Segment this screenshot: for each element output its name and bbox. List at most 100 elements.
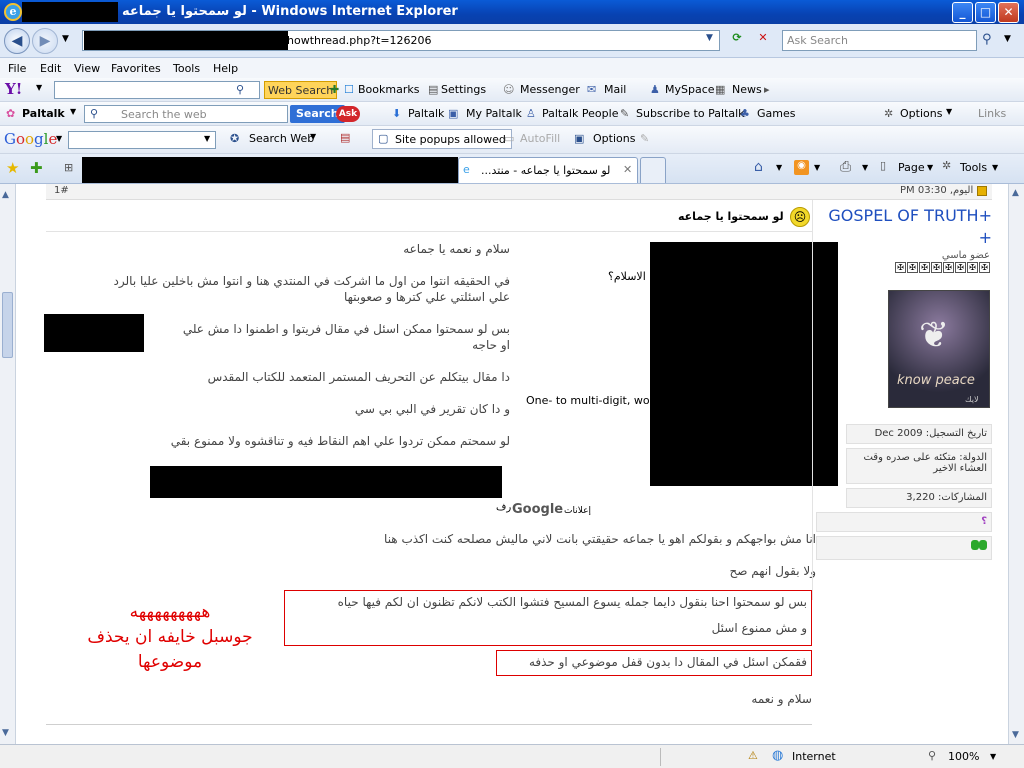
page-icon: ▯ xyxy=(880,159,887,172)
search-icon[interactable]: ⚲ xyxy=(982,32,1000,47)
online-status-icon[interactable] xyxy=(979,540,987,550)
quick-tabs-icon[interactable]: ⊞ xyxy=(64,161,73,174)
menu-view[interactable]: View xyxy=(74,62,100,75)
menu-edit[interactable]: Edit xyxy=(40,62,61,75)
online-status-icon[interactable] xyxy=(971,540,979,550)
news-button-icon[interactable]: ▤ xyxy=(340,131,350,144)
scroll-up-icon[interactable]: ▲ xyxy=(1012,188,1019,198)
history-dropdown-icon[interactable]: ▼ xyxy=(62,34,69,44)
author-name[interactable]: GOSPEL OF TRUTH+ xyxy=(816,206,992,225)
scroll-up-icon[interactable]: ▲ xyxy=(2,190,9,200)
tab-close-icon[interactable]: ✕ xyxy=(623,163,632,176)
links-label[interactable]: Links xyxy=(978,107,1006,120)
google-search-input[interactable] xyxy=(68,131,216,149)
forward-icon[interactable]: ▶ xyxy=(32,28,58,54)
paltalk-search-placeholder: Search the web xyxy=(121,108,207,121)
yahoo-web-search-button[interactable]: Web Search xyxy=(264,81,338,99)
google-options-button[interactable]: Options xyxy=(593,132,635,145)
yahoo-myspace[interactable]: MySpace xyxy=(665,83,715,96)
home-dropdown-icon[interactable]: ▼ xyxy=(776,163,782,172)
maximize-button[interactable]: □ xyxy=(975,2,996,23)
add-favorites-icon[interactable]: ✚ xyxy=(30,159,43,177)
search-input[interactable]: Ask Search xyxy=(782,30,977,51)
yahoo-mail[interactable]: Mail xyxy=(604,83,626,96)
people-icon: ♙ xyxy=(526,107,536,120)
tools-dropdown-icon[interactable]: ▼ xyxy=(992,163,998,172)
rank-cross-icon: ✠ xyxy=(943,262,954,273)
ad-footer[interactable]: إعلانات xyxy=(564,506,591,516)
ie-logo-icon: e xyxy=(4,3,22,21)
ad-snippet[interactable]: One- to multi-digit, wo xyxy=(526,394,650,407)
ad-google-logo[interactable]: Google xyxy=(512,502,563,517)
search-web-dropdown-icon[interactable]: ▼ xyxy=(310,132,316,141)
avatar-small-text: لايك xyxy=(965,395,979,404)
yahoo-logo[interactable]: Y! xyxy=(5,80,22,98)
rank-cross-icon: ✠ xyxy=(931,262,942,273)
page-menu[interactable]: Page xyxy=(898,161,925,174)
post-line: سلام و نعمه يا جماعه xyxy=(403,242,510,256)
paltalk-options[interactable]: Options xyxy=(900,107,942,120)
yahoo-news[interactable]: News xyxy=(732,83,762,96)
close-button[interactable]: ✕ xyxy=(998,2,1019,23)
paltalk-logo[interactable]: Paltalk xyxy=(22,107,65,120)
redacted-tab xyxy=(82,157,458,183)
zoom-level[interactable]: 100% xyxy=(948,750,979,763)
pencil-icon[interactable]: ✎ xyxy=(640,132,649,145)
google-logo[interactable]: Google xyxy=(4,130,57,148)
autofill-button[interactable]: AutoFill xyxy=(520,132,560,145)
favorites-star-icon[interactable]: ★ xyxy=(6,159,19,177)
scroll-thumb[interactable] xyxy=(2,292,13,358)
minimize-button[interactable]: _ xyxy=(952,2,973,23)
yahoo-bookmarks[interactable]: Bookmarks xyxy=(358,83,419,96)
print-icon[interactable]: ⎙ xyxy=(840,159,851,175)
refresh-icon[interactable]: ⟳ xyxy=(728,31,746,49)
tools-menu[interactable]: Tools xyxy=(960,161,987,174)
ad-question[interactable]: الاسلام؟ xyxy=(608,270,646,283)
scroll-down-icon[interactable]: ▼ xyxy=(2,728,9,738)
left-scrollbar[interactable]: ▲ ▼ xyxy=(0,184,16,744)
options-dropdown-icon[interactable]: ▼ xyxy=(946,107,952,116)
paltalk-dropdown-icon[interactable]: ▼ xyxy=(70,107,76,116)
print-dropdown-icon[interactable]: ▼ xyxy=(862,163,868,172)
subscribe-link[interactable]: Subscribe to Paltalk xyxy=(636,107,745,120)
yahoo-settings[interactable]: Settings xyxy=(441,83,486,96)
post-line: انا مش بواجهكم و بقولكم اهو يا جماعه حقي… xyxy=(384,532,816,546)
my-paltalk-link[interactable]: My Paltalk xyxy=(466,107,522,120)
menu-favorites[interactable]: Favorites xyxy=(111,62,161,75)
feed-dropdown-icon[interactable]: ▼ xyxy=(814,163,820,172)
menu-help[interactable]: Help xyxy=(213,62,238,75)
search-dropdown-icon[interactable]: ▼ xyxy=(1004,34,1011,44)
yahoo-search-input[interactable] xyxy=(54,81,260,99)
games-link[interactable]: Games xyxy=(757,107,795,120)
home-icon[interactable]: ⌂ xyxy=(754,159,763,175)
search-web-button[interactable]: Search Web xyxy=(249,132,314,145)
stop-icon[interactable]: ✕ xyxy=(754,31,772,49)
menu-tools[interactable]: Tools xyxy=(173,62,200,75)
zoom-dropdown-icon[interactable]: ▼ xyxy=(990,752,996,761)
google-search-dropdown-icon[interactable]: ▼ xyxy=(204,134,210,143)
back-icon[interactable]: ◀ xyxy=(4,28,30,54)
toolbar-more-icon[interactable]: ▸ xyxy=(764,83,770,96)
games-icon: ♣ xyxy=(740,107,750,120)
tab-active-label: ...لو سمحتوا يا جماعه - منتد xyxy=(481,164,611,177)
new-tab-button[interactable] xyxy=(640,157,666,183)
alert-icon[interactable]: ⚠ xyxy=(748,749,758,762)
google-dropdown-icon[interactable]: ▼ xyxy=(56,134,62,143)
page-dropdown-icon[interactable]: ▼ xyxy=(927,163,933,172)
popups-allowed-button[interactable]: ▢ Site popups allowed xyxy=(372,129,512,149)
rss-feed-icon[interactable]: ◉ xyxy=(794,160,809,175)
paltalk-search-input[interactable]: Search the web xyxy=(84,105,288,123)
address-dropdown-icon[interactable]: ▼ xyxy=(706,33,713,43)
yahoo-logo-dropdown-icon[interactable]: ▼ xyxy=(36,83,42,92)
tab-active[interactable]: e ...لو سمحتوا يا جماعه - منتد ✕ xyxy=(458,157,638,183)
paltalk-people-link[interactable]: Paltalk People xyxy=(542,107,618,120)
author-joined: تاريخ التسجيل: Dec 2009 xyxy=(846,424,992,444)
scroll-down-icon[interactable]: ▼ xyxy=(1012,730,1019,740)
yahoo-messenger[interactable]: Messenger xyxy=(520,83,580,96)
post-number[interactable]: 1# xyxy=(54,185,69,196)
paltalk-link[interactable]: Paltalk xyxy=(408,107,444,120)
author-avatar[interactable]: ❦ know peace لايك xyxy=(888,290,990,408)
vertical-scrollbar[interactable]: ▲ ▼ xyxy=(1008,184,1024,744)
author-status-icon[interactable]: ؟ xyxy=(816,512,992,532)
menu-file[interactable]: File xyxy=(8,62,26,75)
